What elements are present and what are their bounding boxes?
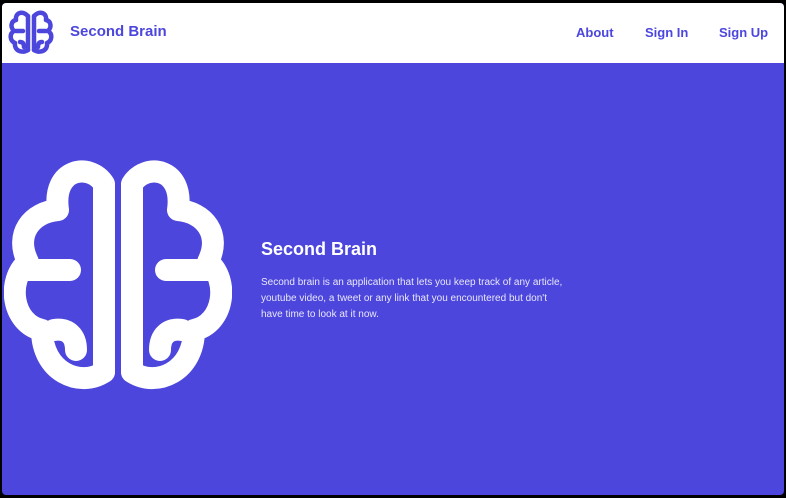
nav-sign-in-link[interactable]: Sign In [645,25,688,40]
brand-name[interactable]: Second Brain [70,23,167,40]
hero-title: Second Brain [261,239,378,259]
hero-description: Second brain is an application that lets… [261,277,563,320]
brain-icon [4,160,232,390]
app-window: Second Brain About Sign In Sign Up Secon… [2,3,784,495]
nav-sign-up-link[interactable]: Sign Up [719,25,768,40]
brain-icon[interactable] [8,9,54,57]
top-navbar: Second Brain About Sign In Sign Up [2,3,784,63]
nav-about-link[interactable]: About [576,25,614,40]
